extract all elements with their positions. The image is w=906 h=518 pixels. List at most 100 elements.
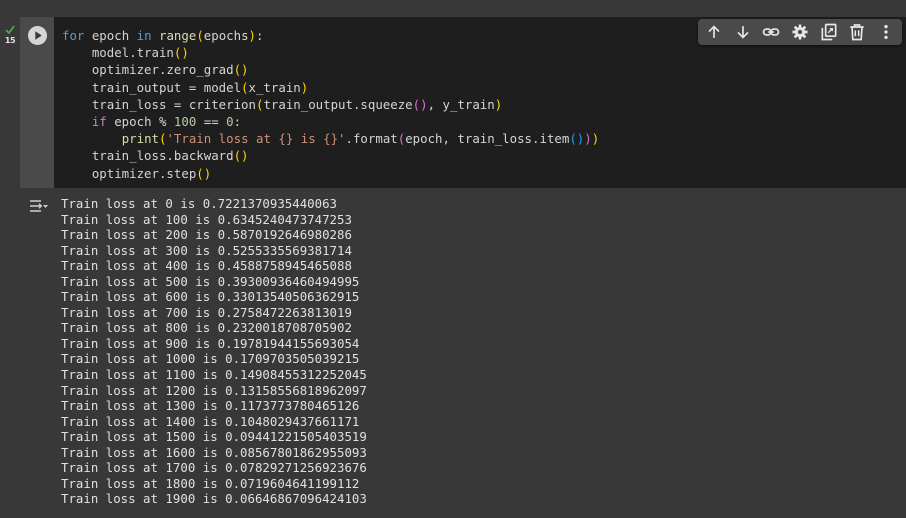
gear-icon [792, 24, 808, 40]
code-token: train_loss.backward [62, 148, 234, 164]
code-line: if epoch % 100 == 0: [62, 114, 241, 129]
mirror-cell-icon [821, 23, 837, 41]
code-token: () [412, 96, 428, 112]
code-token: ) [591, 131, 600, 147]
code-token: epoch % [106, 114, 174, 130]
arrow-down-icon [737, 26, 749, 39]
code-token: () [233, 62, 249, 78]
output-line: Train loss at 500 is 0.39300936460494995 [61, 273, 360, 289]
output-menu-icon [30, 200, 48, 212]
check-icon [5, 25, 15, 35]
output-line: Train loss at 800 is 0.2320018708705902 [61, 320, 352, 336]
code-line: print('Train loss at {} is {}'.format(ep… [62, 131, 600, 147]
cell-settings-button[interactable] [788, 20, 812, 44]
output-line: Train loss at 600 is 0.33013540506362915 [61, 289, 360, 305]
run-column [20, 17, 54, 188]
code-token: 0 [226, 114, 234, 130]
code-token: .format [345, 131, 398, 147]
code-token: ( [241, 79, 249, 95]
code-token: epoch [84, 28, 137, 43]
code-cell[interactable]: 15 for epoch in range(epochs): model.tra… [0, 17, 906, 518]
code-token: () [173, 45, 189, 61]
cell-toolbar [698, 19, 902, 45]
output-line: Train loss at 400 is 0.4588758945465088 [61, 258, 352, 274]
output-line: Train loss at 1700 is 0.0782927125692367… [61, 460, 367, 476]
output-line: Train loss at 900 is 0.19781944155693054 [61, 335, 360, 351]
code-token: if [91, 114, 107, 130]
code-token: : [256, 28, 264, 43]
code-token: 100 [173, 114, 197, 130]
delete-cell-button[interactable] [845, 20, 869, 44]
output-actions-icon[interactable] [29, 198, 49, 212]
output-line: Train loss at 1400 is 0.1048029437661171 [61, 413, 360, 429]
cell-gutter: 15 [0, 17, 20, 518]
output-line: Train loss at 300 is 0.5255335569381714 [61, 242, 352, 258]
cell-output: Train loss at 0 is 0.7221370935440063 Tra… [54, 188, 906, 518]
code-text[interactable]: for epoch in range(epochs): model.train(… [62, 27, 599, 182]
previous-cell-edge [0, 0, 906, 17]
code-token: model.train [62, 45, 174, 61]
play-icon [35, 31, 42, 40]
code-token: for [62, 28, 85, 43]
output-line: Train loss at 1900 is 0.0664686709642410… [61, 491, 367, 507]
output-gutter [20, 188, 54, 518]
code-line: optimizer.zero_grad() [62, 62, 249, 77]
more-actions-button[interactable] [874, 20, 898, 44]
output-line: Train loss at 1600 is 0.0856780186295509… [61, 444, 367, 460]
code-token: train_output.squeeze [263, 96, 413, 112]
output-line: Train loss at 100 is 0.6345240473747253 [61, 211, 352, 227]
output-line: Train loss at 1000 is 0.1709703505039215 [61, 351, 360, 367]
output-line: Train loss at 1200 is 0.1315855681896209… [61, 382, 367, 398]
notebook-page: 15 for epoch in range(epochs): model.tra… [0, 0, 906, 518]
move-cell-down-button[interactable] [731, 20, 755, 44]
code-token: x_train [248, 79, 301, 95]
output-line: Train loss at 0 is 0.7221370935440063 [61, 196, 338, 211]
code-token: ) [300, 79, 309, 95]
move-cell-up-button[interactable] [702, 20, 726, 44]
output-text: Train loss at 0 is 0.7221370935440063 Tra… [61, 196, 367, 507]
code-token: () [196, 165, 212, 181]
code-token: optimizer.zero_grad [62, 62, 234, 78]
more-vert-icon [883, 24, 888, 40]
link-icon [763, 28, 780, 36]
code-token: optimizer.step [62, 165, 197, 181]
execution-count: 15 [4, 36, 16, 45]
code-token: print [121, 131, 159, 147]
code-token: ) [584, 131, 592, 147]
code-line: model.train() [62, 45, 189, 60]
copy-cell-link-button[interactable] [759, 20, 783, 44]
mirror-cell-button[interactable] [817, 20, 841, 44]
code-token: ) [248, 28, 257, 43]
code-token: epoch, train_loss.item [405, 131, 570, 147]
output-line: Train loss at 1500 is 0.0944122150540351… [61, 429, 367, 445]
code-token: == [196, 114, 227, 130]
code-token: 'Train loss at {} is {}' [166, 131, 346, 147]
code-token: epochs [203, 28, 249, 43]
code-token: in [136, 28, 152, 43]
code-token: () [233, 148, 249, 164]
code-token: ) [494, 96, 503, 112]
arrow-up-icon [708, 25, 720, 38]
output-line: Train loss at 700 is 0.2758472263813019 [61, 304, 352, 320]
code-token: , y_train [427, 96, 495, 112]
output-line: Train loss at 1100 is 0.1490845531225204… [61, 367, 367, 383]
code-line: train_loss = criterion(train_output.sque… [62, 97, 502, 112]
output-line: Train loss at 1300 is 0.1173773780465126 [61, 398, 360, 414]
output-line: Train loss at 200 is 0.5870192646980286 [61, 227, 352, 243]
code-token: : [233, 114, 242, 130]
code-line: for epoch in range(epochs): [62, 28, 263, 43]
code-token: ( [196, 28, 204, 43]
code-line: train_output = model(x_train) [62, 80, 308, 95]
code-token: range [159, 28, 197, 43]
code-line: train_loss.backward() [62, 148, 249, 163]
code-token: train_output = model [62, 79, 242, 95]
code-line: optimizer.step() [62, 166, 211, 181]
run-cell-button[interactable] [28, 26, 47, 45]
code-token: train_loss = criterion [62, 96, 256, 112]
output-line: Train loss at 1800 is 0.0719604641199112 [61, 475, 360, 491]
code-token: () [569, 131, 585, 147]
trash-icon [850, 24, 864, 41]
